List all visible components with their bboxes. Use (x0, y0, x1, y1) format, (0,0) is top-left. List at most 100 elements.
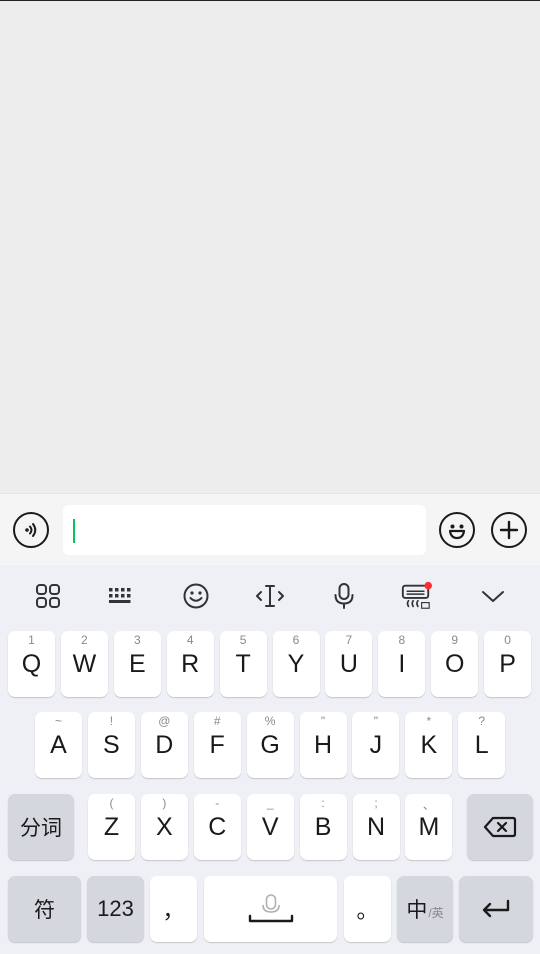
key-letter: J (369, 730, 383, 759)
space-mic-icon (248, 894, 293, 923)
key-q[interactable]: 1Q (8, 631, 55, 697)
numbers-key-label: 123 (97, 896, 134, 921)
key-letter: V (261, 812, 279, 841)
key-hint: ? (478, 714, 486, 728)
chat-message-area[interactable] (0, 1, 540, 493)
key-hint: _ (266, 796, 274, 810)
key-hint: 6 (292, 633, 300, 647)
emoji-face-icon (448, 524, 466, 540)
key-j[interactable]: " J (352, 712, 400, 778)
microphone-icon[interactable] (328, 580, 360, 612)
key-letter: M (418, 812, 440, 841)
key-hint: " (320, 714, 326, 728)
cursor-edit-icon[interactable] (254, 580, 286, 612)
key-k[interactable]: * K (405, 712, 453, 778)
enter-key[interactable] (459, 876, 533, 942)
key-y[interactable]: 6Y (272, 631, 320, 697)
key-hint: @ (158, 714, 171, 728)
key-letter: P (499, 649, 516, 678)
chevron-down-icon[interactable] (477, 580, 509, 612)
key-letter: N (366, 812, 386, 841)
key-letter: F (209, 730, 225, 759)
key-hint: * (426, 714, 432, 728)
key-hint: - (215, 796, 220, 810)
key-hint: 1 (28, 633, 35, 647)
key-b[interactable]: :B (299, 794, 347, 860)
key-hint: : (321, 796, 325, 810)
air-conditioner-skin-icon[interactable] (400, 580, 432, 612)
apps-grid-icon[interactable] (32, 580, 64, 612)
key-x[interactable]: ) X (140, 794, 188, 860)
key-letter: L (474, 730, 489, 759)
key-l[interactable]: ? L (458, 712, 506, 778)
key-letter: Y (287, 649, 305, 678)
key-o[interactable]: 9O (431, 631, 479, 697)
key-h[interactable]: " H (299, 712, 347, 778)
key-hint: 2 (81, 633, 88, 647)
key-v[interactable]: _ V (246, 794, 294, 860)
key-r[interactable]: 4R (166, 631, 214, 697)
key-t[interactable]: 5T (219, 631, 267, 697)
key-g[interactable]: % G (246, 712, 294, 778)
segment-key[interactable]: 分词 (8, 794, 74, 860)
key-w[interactable]: 2W (60, 631, 108, 697)
key-letter: D (155, 730, 174, 759)
key-letter: W (72, 649, 97, 678)
key-s[interactable]: ! S (87, 712, 135, 778)
space-key[interactable] (204, 876, 337, 942)
key-letter: S (103, 730, 120, 759)
key-letter: C (208, 812, 227, 841)
keyboard-toolbar (0, 565, 540, 627)
language-primary-label: 中 (406, 898, 428, 922)
emoji-button[interactable] (439, 512, 475, 548)
key-letter: R (181, 649, 200, 678)
key-z[interactable]: (Z (88, 794, 135, 860)
key-f[interactable]: # F (193, 712, 241, 778)
key-c[interactable]: -C (193, 794, 241, 860)
voice-input-button[interactable] (13, 512, 49, 548)
key-hint: ; (374, 796, 378, 810)
keyboard-layout-icon[interactable] (105, 580, 137, 612)
key-e[interactable]: 3E (113, 631, 161, 697)
key-hint: 8 (398, 633, 406, 647)
key-hint: 7 (345, 633, 353, 647)
key-hint: " (373, 714, 379, 728)
language-secondary-label: /英 (428, 905, 444, 920)
key-hint: ( (109, 796, 114, 810)
more-functions-button[interactable] (491, 512, 527, 548)
language-switch-key[interactable]: 中/英 (397, 876, 453, 942)
backspace-key[interactable] (467, 794, 533, 860)
key-d[interactable]: @ D (140, 712, 188, 778)
key-letter: E (128, 649, 146, 678)
key-n[interactable]: ; N (352, 794, 400, 860)
key-letter: I (398, 649, 406, 678)
symbols-key[interactable]: 符 (8, 876, 81, 942)
key-letter: Q (21, 649, 42, 678)
emoji-smile-icon[interactable] (180, 580, 212, 612)
notification-dot (424, 581, 432, 590)
enter-return-icon (482, 899, 510, 918)
backspace-icon (483, 816, 517, 838)
key-hint: ! (109, 714, 114, 728)
voice-wave-icon (25, 523, 37, 537)
message-input[interactable] (63, 505, 426, 555)
key-letter: U (339, 649, 358, 678)
plus-icon (499, 520, 519, 540)
key-m[interactable]: 、 M (405, 794, 453, 860)
key-letter: Z (103, 812, 120, 841)
ime-keyboard: 1Q2W3E4R5T6Y7U8I9O0P ~ A! S @ D # F% G " H " J * K? L … (0, 565, 540, 954)
comma-key-label: ， (162, 898, 185, 923)
comma-key[interactable]: ， (150, 876, 197, 942)
text-caret (73, 519, 75, 543)
key-u[interactable]: 7U (325, 631, 373, 697)
key-p[interactable]: 0P (484, 631, 532, 697)
key-hint: 、 (422, 798, 435, 812)
period-key[interactable]: 。 (344, 876, 391, 942)
key-hint: # (213, 714, 221, 728)
key-i[interactable]: 8I (378, 631, 426, 697)
key-a[interactable]: ~ A (35, 712, 82, 778)
key-hint: 9 (451, 633, 459, 647)
segment-key-label: 分词 (20, 816, 62, 840)
numbers-key[interactable]: 123 (87, 876, 144, 942)
period-key-label: 。 (356, 898, 379, 923)
